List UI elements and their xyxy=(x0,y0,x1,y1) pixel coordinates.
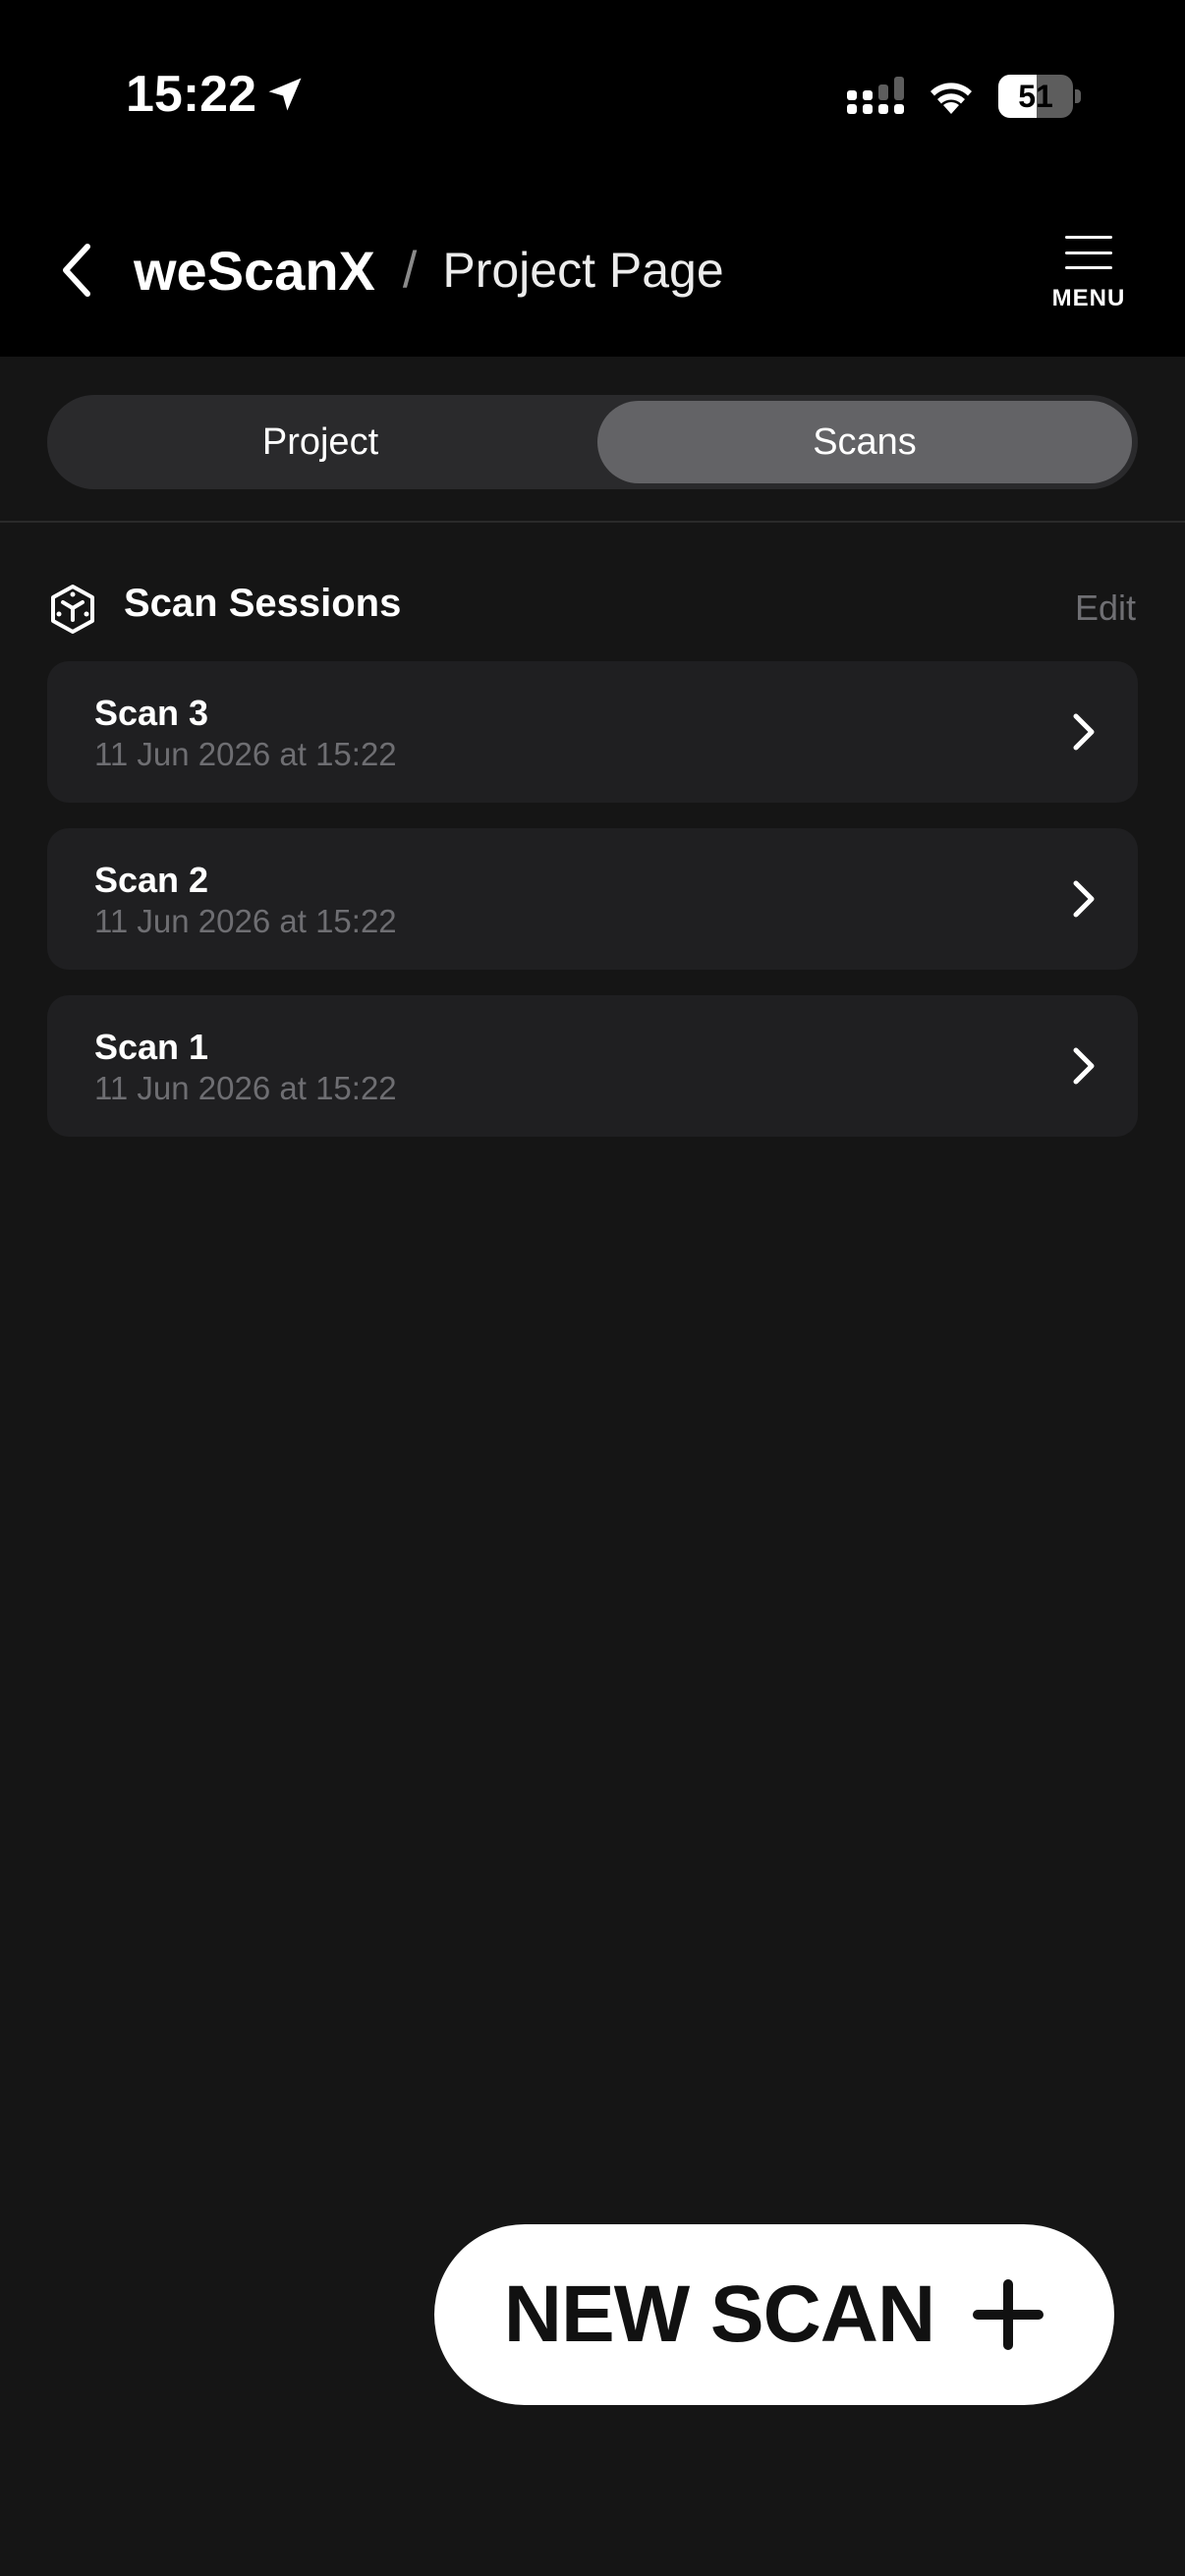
new-scan-label: NEW SCAN xyxy=(503,2269,935,2359)
segmented-control: Project Scans xyxy=(47,395,1138,489)
breadcrumb-separator: / xyxy=(402,242,418,299)
wifi-icon xyxy=(931,83,972,114)
scan-date: 11 Jun 2026 at 15:22 xyxy=(94,903,397,939)
scan-row-1[interactable]: Scan 1 11 Jun 2026 at 15:22 xyxy=(47,995,1138,1137)
location-arrow-icon xyxy=(268,78,302,111)
app-name[interactable]: weScanX xyxy=(134,239,375,303)
chevron-right-icon xyxy=(1073,713,1095,751)
chevron-right-icon xyxy=(1073,1047,1095,1085)
cellular-signal-icon xyxy=(847,77,904,114)
battery-icon: 51 xyxy=(998,75,1081,118)
scan-name: Scan 2 xyxy=(94,860,209,900)
scan-name: Scan 1 xyxy=(94,1027,209,1067)
divider xyxy=(0,521,1185,523)
tab-project[interactable]: Project xyxy=(53,401,588,483)
cube-icon xyxy=(51,585,94,634)
hamburger-icon xyxy=(1065,236,1112,269)
battery-percentage: 51 xyxy=(1018,79,1053,114)
status-time: 15:22 xyxy=(126,66,256,123)
scan-date: 11 Jun 2026 at 15:22 xyxy=(94,1070,397,1106)
back-button[interactable] xyxy=(47,236,106,305)
scan-name: Scan 3 xyxy=(94,693,209,733)
edit-button[interactable]: Edit xyxy=(1075,588,1136,629)
battery-cap xyxy=(1075,89,1081,103)
battery-body: 51 xyxy=(998,75,1073,118)
scan-row-3[interactable]: Scan 3 11 Jun 2026 at 15:22 xyxy=(47,661,1138,803)
menu-label: MENU xyxy=(1051,285,1126,311)
scan-row-2[interactable]: Scan 2 11 Jun 2026 at 15:22 xyxy=(47,828,1138,970)
tab-scans[interactable]: Scans xyxy=(597,401,1132,483)
screen: 15:22 51 weScanX / Project Page MENU Pro… xyxy=(0,0,1185,2576)
section-title: Scan Sessions xyxy=(124,582,402,625)
new-scan-button[interactable]: NEW SCAN xyxy=(434,2224,1114,2405)
menu-button[interactable]: MENU xyxy=(1042,224,1136,312)
page-title: Project Page xyxy=(442,243,724,298)
chevron-right-icon xyxy=(1073,880,1095,918)
chevron-left-icon xyxy=(63,244,90,297)
scan-list: Scan 3 11 Jun 2026 at 15:22 Scan 2 11 Ju… xyxy=(47,661,1138,1162)
plus-icon xyxy=(973,2279,1044,2350)
breadcrumb: weScanX / Project Page xyxy=(134,238,724,303)
top-bar: 15:22 51 weScanX / Project Page MENU xyxy=(0,0,1185,357)
scan-date: 11 Jun 2026 at 15:22 xyxy=(94,736,397,772)
